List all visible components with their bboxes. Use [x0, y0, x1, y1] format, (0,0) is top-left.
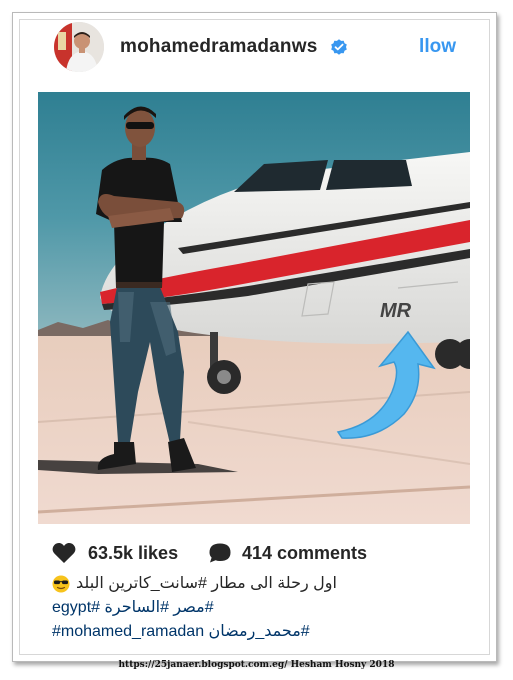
hashtag-link[interactable]: #مصر	[173, 599, 213, 616]
caption-line: اول رحلة الى مطار #سانت_كاترين البلد	[52, 572, 442, 595]
caption-line: #mohamed_ramadan #محمد_رمضان	[52, 620, 447, 643]
username[interactable]: mohamedramadanws	[120, 36, 318, 58]
verified-badge-icon	[330, 38, 348, 56]
watermark-credit: https://25janaer.blogspot.com.eg/ Hesham…	[118, 660, 395, 670]
post-header: mohamedramadanws llow	[38, 22, 468, 78]
sunglasses-emoji-icon	[52, 575, 70, 593]
caption-text: اول رحلة الى مطار #سانت_كاترين البلد	[76, 575, 337, 592]
heart-icon[interactable]	[52, 542, 76, 564]
hashtag-link[interactable]: #mohamed_ramadan	[52, 623, 204, 640]
hashtag-link[interactable]: #الساحرة	[105, 599, 169, 616]
comment-bubble-icon[interactable]	[208, 542, 232, 564]
plane-marking: MR	[380, 300, 412, 322]
hashtag-link[interactable]: #egypt	[52, 599, 100, 616]
action-bar: 63.5k likes 414 comments	[52, 542, 462, 566]
caption-line: #مصر #الساحرة #egypt	[52, 596, 442, 619]
avatar[interactable]	[54, 22, 104, 72]
post-photo[interactable]: MR	[38, 92, 470, 524]
follow-button[interactable]: llow	[419, 36, 456, 58]
likes-count[interactable]: 63.5k likes	[88, 543, 178, 564]
hashtag-link[interactable]: #محمد_رمضان	[209, 623, 310, 640]
comments-count[interactable]: 414 comments	[242, 543, 367, 564]
